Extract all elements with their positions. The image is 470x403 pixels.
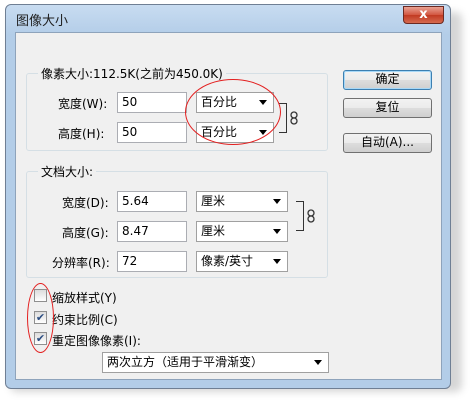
image-size-dialog: 图像大小 x 像素大小:112.5K(之前为450.0K) 宽度(W): 50 …	[5, 4, 451, 389]
annotation-ellipse-units	[185, 79, 281, 145]
close-button[interactable]: x	[403, 6, 444, 24]
pixel-width-label: 宽度(W):	[58, 97, 108, 111]
ok-button[interactable]: 确定	[343, 70, 432, 90]
chain-link-icon	[307, 209, 315, 223]
document-size-legend: 文档大小:	[38, 163, 97, 180]
resolution-unit-select[interactable]: 像素/英寸	[196, 251, 288, 272]
doc-link-bracket	[296, 201, 304, 231]
pixel-height-input[interactable]: 50	[117, 122, 187, 143]
scale-styles-label[interactable]: 缩放样式(Y)	[52, 289, 117, 306]
resolution-label: 分辨率(R):	[52, 256, 110, 270]
chevron-down-icon	[273, 259, 281, 264]
resample-method-select[interactable]: 两次立方（适用于平滑渐变）	[102, 352, 329, 373]
chain-link-icon	[290, 111, 298, 125]
auto-button[interactable]: 自动(A)...	[343, 133, 432, 153]
annotation-ellipse-checkboxes	[27, 283, 54, 353]
constrain-proportions-label[interactable]: 约束比例(C)	[52, 311, 118, 328]
doc-height-unit-value: 厘米	[201, 224, 226, 238]
reset-button[interactable]: 复位	[343, 98, 432, 118]
resolution-unit-value: 像素/英寸	[201, 254, 254, 268]
dialog-client-area: 像素大小:112.5K(之前为450.0K) 宽度(W): 50 百分比 高度(…	[15, 32, 442, 380]
doc-height-label: 高度(G):	[62, 226, 109, 240]
chevron-down-icon	[314, 360, 322, 365]
resample-image-label[interactable]: 重定图像像素(I):	[52, 332, 141, 349]
chevron-down-icon	[273, 199, 281, 204]
doc-height-unit-select[interactable]: 厘米	[196, 221, 288, 242]
resample-method-value: 两次立方（适用于平滑渐变）	[107, 355, 264, 369]
resolution-input[interactable]: 72	[117, 251, 187, 272]
chevron-down-icon	[273, 229, 281, 234]
doc-width-unit-select[interactable]: 厘米	[196, 191, 288, 212]
doc-width-input[interactable]: 5.64	[117, 191, 187, 212]
doc-width-label: 宽度(D):	[62, 196, 109, 210]
dialog-title: 图像大小	[16, 14, 69, 29]
pixel-dimensions-legend: 像素大小:112.5K(之前为450.0K)	[38, 65, 226, 82]
pixel-height-label: 高度(H):	[58, 127, 105, 141]
pixel-width-input[interactable]: 50	[117, 92, 187, 113]
doc-height-input[interactable]: 8.47	[117, 221, 187, 242]
doc-width-unit-value: 厘米	[201, 194, 226, 208]
